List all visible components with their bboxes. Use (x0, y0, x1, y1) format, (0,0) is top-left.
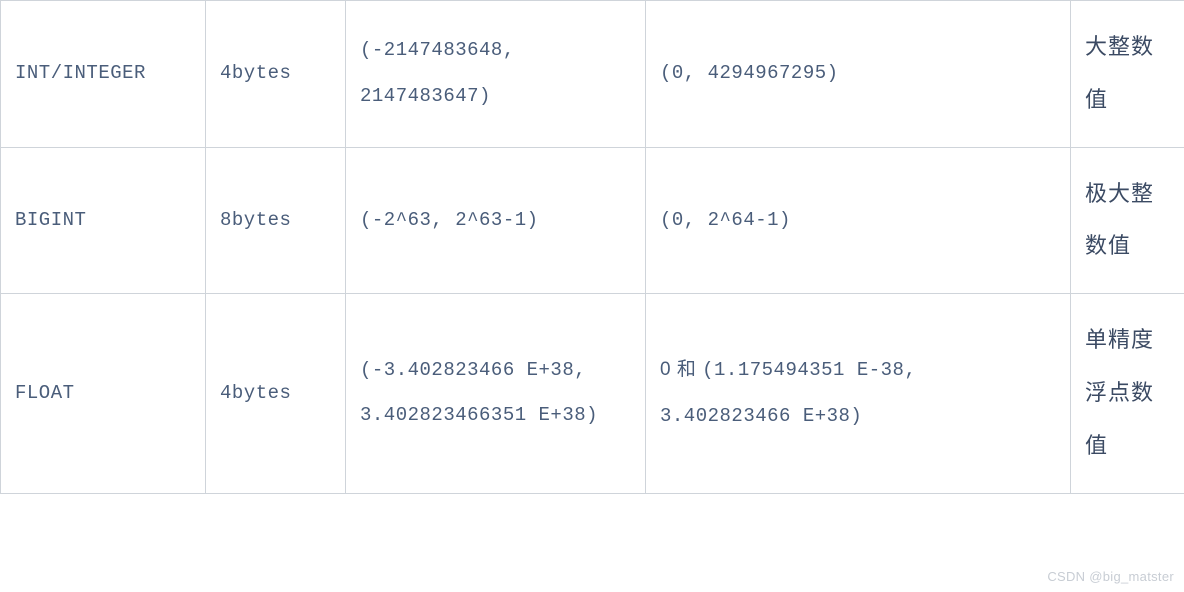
cell-description: 极大整数值 (1071, 147, 1184, 294)
cell-signed-range: (-2147483648, 2147483647) (346, 1, 646, 148)
cell-type-name: INT/INTEGER (1, 1, 206, 148)
cell-type-name: BIGINT (1, 147, 206, 294)
cell-type-name: FLOAT (1, 294, 206, 493)
cell-unsigned-range: (0, 2^64-1) (646, 147, 1071, 294)
cell-unsigned-range: (0, 4294967295) (646, 1, 1071, 148)
cell-description: 单精度浮点数值 (1071, 294, 1184, 493)
cell-signed-range: (-2^63, 2^63-1) (346, 147, 646, 294)
cell-size: 4bytes (206, 1, 346, 148)
table-row: BIGINT 8bytes (-2^63, 2^63-1) (0, 2^64-1… (1, 147, 1184, 294)
table-row: INT/INTEGER 4bytes (-2147483648, 2147483… (1, 1, 1184, 148)
cell-signed-range: (-3.402823466 E+38, 3.402823466351 E+38) (346, 294, 646, 493)
cell-description: 大整数值 (1071, 1, 1184, 148)
table-row: FLOAT 4bytes (-3.402823466 E+38, 3.40282… (1, 294, 1184, 493)
watermark-text: CSDN @big_matster (1047, 569, 1174, 584)
cell-unsigned-range: 0 和 (1.175494351 E-38, 3.402823466 E+38) (646, 294, 1071, 493)
datatype-table: INT/INTEGER 4bytes (-2147483648, 2147483… (0, 0, 1184, 494)
cell-size: 8bytes (206, 147, 346, 294)
cell-size: 4bytes (206, 294, 346, 493)
